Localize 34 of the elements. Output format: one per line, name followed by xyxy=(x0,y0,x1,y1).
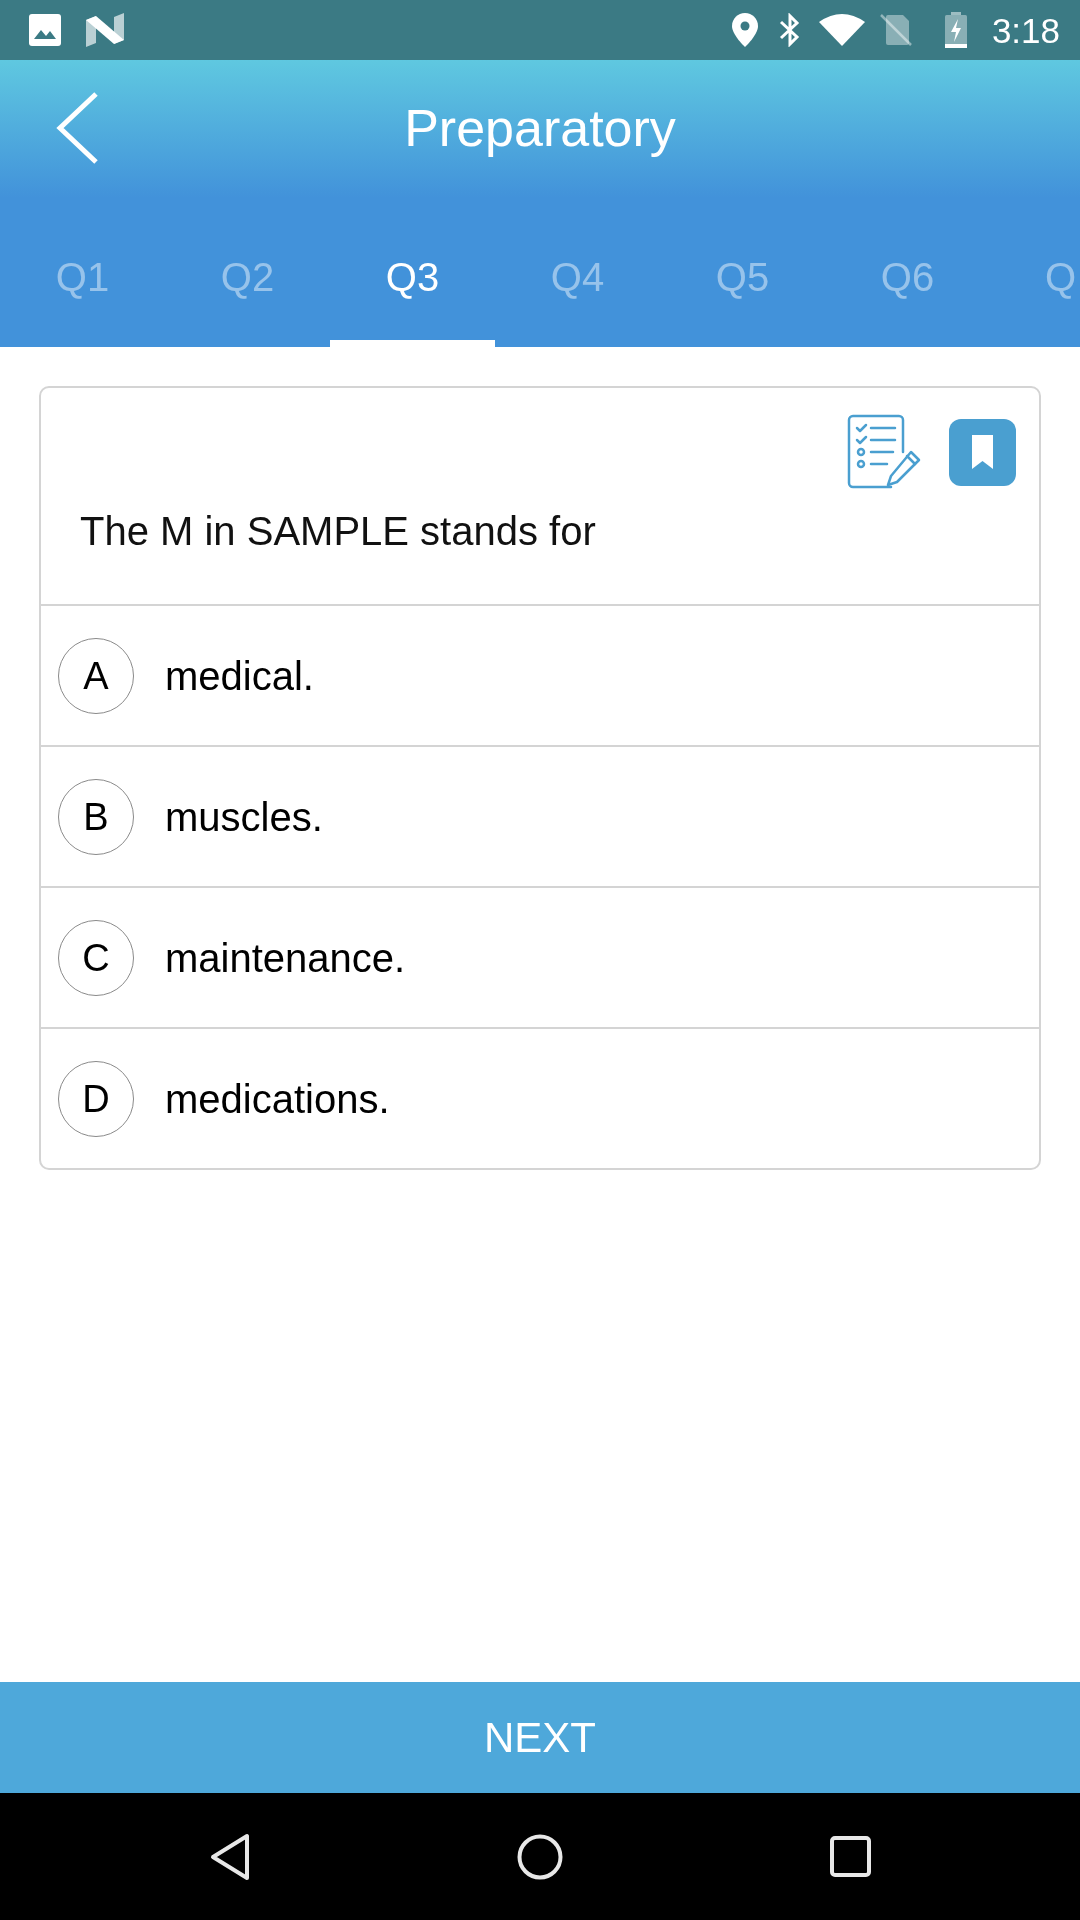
question-tab[interactable]: Q2 xyxy=(165,196,330,347)
checklist-pencil-icon[interactable] xyxy=(847,414,921,490)
image-icon xyxy=(29,14,61,46)
question-text: The M in SAMPLE stands for xyxy=(79,508,597,555)
location-pin-icon xyxy=(731,13,758,47)
answer-option[interactable]: B muscles. xyxy=(41,745,1039,886)
option-text: medical. xyxy=(165,652,314,700)
answer-option[interactable]: C maintenance. xyxy=(41,886,1039,1027)
answer-option[interactable]: A medical. xyxy=(41,604,1039,745)
option-letter: D xyxy=(58,1060,134,1137)
wifi-icon xyxy=(818,14,865,46)
home-circle-icon[interactable] xyxy=(516,1833,563,1880)
option-text: medications. xyxy=(165,1075,390,1123)
option-letter: A xyxy=(58,637,134,714)
battery-charging-icon xyxy=(943,12,968,48)
option-text: muscles. xyxy=(165,793,323,841)
question-tab[interactable]: Q1 xyxy=(0,196,165,347)
bookmark-icon[interactable] xyxy=(949,418,1016,486)
option-letter: C xyxy=(58,919,134,996)
question-tab[interactable]: Q4 xyxy=(495,196,660,347)
recents-square-icon[interactable] xyxy=(829,1836,871,1877)
back-icon[interactable] xyxy=(56,92,100,164)
question-tab[interactable]: Q3 xyxy=(330,196,495,347)
status-time: 3:18 xyxy=(991,12,1060,48)
option-letter: B xyxy=(58,778,134,855)
question-tab[interactable]: Q5 xyxy=(660,196,825,347)
next-button[interactable]: NEXT xyxy=(0,1682,1080,1793)
question-tab[interactable]: Q6 xyxy=(825,196,990,347)
n-logo-icon xyxy=(86,13,124,47)
back-triangle-icon[interactable] xyxy=(209,1832,250,1881)
option-text: maintenance. xyxy=(165,934,406,982)
question-tab[interactable]: Q xyxy=(990,196,1080,347)
answer-option[interactable]: D medications. xyxy=(41,1027,1039,1168)
no-sim-icon xyxy=(878,13,913,47)
